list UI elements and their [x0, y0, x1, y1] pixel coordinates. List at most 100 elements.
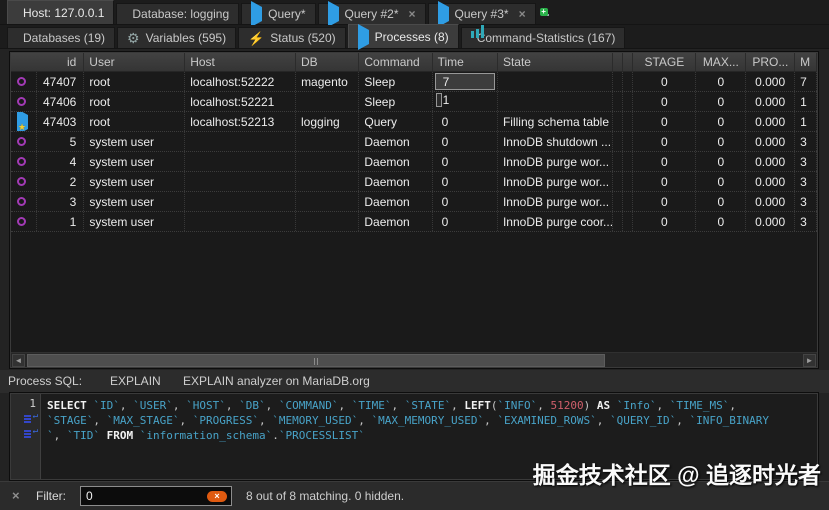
cell-spacer[interactable] — [613, 192, 623, 211]
cell-spacer[interactable] — [623, 112, 633, 131]
process-row-47407[interactable]: 47407rootlocalhost:52222magentoSleep7000… — [11, 72, 817, 92]
cell-state[interactable]: InnoDB purge wor... — [498, 172, 613, 191]
cell-spacer[interactable] — [623, 212, 633, 231]
column-header-command[interactable]: Command — [359, 53, 432, 71]
cell-pro[interactable]: 0.000 — [746, 92, 796, 111]
tab-command-statistics[interactable]: Command-Statistics (167) — [461, 27, 626, 48]
cell-user[interactable]: system user — [84, 152, 185, 171]
cell-command[interactable]: Daemon — [359, 212, 432, 231]
cell-user[interactable]: system user — [84, 192, 185, 211]
cell-spacer[interactable] — [623, 192, 633, 211]
cell-time[interactable]: 0 — [433, 112, 498, 131]
tab-variables[interactable]: ⚙ Variables (595) — [117, 27, 236, 48]
cell-state[interactable]: InnoDB purge wor... — [498, 152, 613, 171]
cell-state[interactable]: Filling schema table — [498, 112, 613, 131]
cell-user[interactable]: root — [84, 72, 185, 91]
cell-max[interactable]: 0 — [696, 132, 746, 151]
cell-id[interactable]: 47406 — [37, 92, 85, 111]
tab-status[interactable]: ⚡ Status (520) — [238, 27, 346, 48]
cell-db[interactable]: logging — [296, 112, 359, 131]
cell-max[interactable]: 0 — [696, 172, 746, 191]
cell-time[interactable]: 1 — [433, 92, 498, 111]
cell-stage[interactable]: 0 — [633, 152, 696, 171]
cell-pro[interactable]: 0.000 — [746, 112, 796, 131]
cell-pro[interactable]: 0.000 — [746, 152, 796, 171]
cell-pro[interactable]: 0.000 — [746, 212, 796, 231]
close-icon[interactable]: × — [409, 7, 416, 21]
explain-link[interactable]: EXPLAIN — [110, 374, 161, 388]
cell-id[interactable]: 2 — [37, 172, 85, 191]
process-row-47406[interactable]: 47406rootlocalhost:52221Sleep1000.0001 — [11, 92, 817, 112]
cell-user[interactable]: system user — [84, 172, 185, 191]
cell-m[interactable]: 3 — [795, 212, 817, 231]
current-process-icon[interactable]: ★ — [11, 112, 37, 131]
close-icon[interactable]: × — [519, 7, 526, 21]
process-ring-icon[interactable] — [11, 152, 37, 171]
sql-line[interactable]: SELECT `ID`, `USER`, `HOST`, `DB`, `COMM… — [47, 398, 817, 413]
cell-host[interactable] — [185, 152, 296, 171]
cell-host[interactable]: localhost:52222 — [185, 72, 296, 91]
cell-pro[interactable]: 0.000 — [746, 192, 796, 211]
cell-max[interactable]: 0 — [696, 112, 746, 131]
cell-stage[interactable]: 0 — [633, 112, 696, 131]
process-ring-icon[interactable] — [11, 192, 37, 211]
cell-pro[interactable]: 0.000 — [746, 172, 796, 191]
cell-id[interactable]: 5 — [37, 132, 85, 151]
cell-time[interactable]: 0 — [433, 172, 498, 191]
cell-id[interactable]: 1 — [37, 212, 85, 231]
cell-host[interactable] — [185, 192, 296, 211]
cell-state[interactable]: InnoDB purge coor... — [498, 212, 613, 231]
process-ring-icon[interactable] — [11, 92, 37, 111]
cell-command[interactable]: Daemon — [359, 132, 432, 151]
cell-m[interactable]: 3 — [795, 132, 817, 151]
cell-max[interactable]: 0 — [696, 72, 746, 91]
cell-spacer[interactable] — [613, 212, 623, 231]
scrollbar-thumb[interactable] — [27, 354, 605, 367]
process-row-47403[interactable]: ★47403rootlocalhost:52213loggingQuery0Fi… — [11, 112, 817, 132]
column-header-user[interactable]: User — [84, 53, 185, 71]
tab-query3[interactable]: Query #3* × — [428, 3, 536, 24]
cell-state[interactable] — [498, 72, 613, 91]
process-ring-icon[interactable] — [11, 212, 37, 231]
cell-db[interactable] — [296, 212, 359, 231]
cell-stage[interactable]: 0 — [633, 72, 696, 91]
cell-m[interactable]: 3 — [795, 152, 817, 171]
cell-m[interactable]: 1 — [795, 92, 817, 111]
cell-spacer[interactable] — [613, 92, 623, 111]
process-row-4[interactable]: 4system userDaemon0InnoDB purge wor...00… — [11, 152, 817, 172]
tab-databases[interactable]: Databases (19) — [7, 27, 115, 48]
cell-stage[interactable]: 0 — [633, 192, 696, 211]
cell-host[interactable] — [185, 132, 296, 151]
cell-max[interactable]: 0 — [696, 152, 746, 171]
cell-max[interactable]: 0 — [696, 212, 746, 231]
cell-m[interactable]: 1 — [795, 112, 817, 131]
process-ring-icon[interactable] — [11, 132, 37, 151]
cell-stage[interactable]: 0 — [633, 212, 696, 231]
new-query-tab-button[interactable]: + — [538, 3, 556, 24]
tab-database[interactable]: Database: logging — [116, 3, 239, 24]
cell-pro[interactable]: 0.000 — [746, 132, 796, 151]
cell-spacer[interactable] — [623, 132, 633, 151]
cell-db[interactable]: magento — [296, 72, 359, 91]
cell-command[interactable]: Daemon — [359, 152, 432, 171]
cell-time[interactable]: 0 — [433, 212, 498, 231]
column-header-state[interactable]: State — [498, 53, 613, 71]
cell-db[interactable] — [296, 172, 359, 191]
cell-command[interactable]: Daemon — [359, 192, 432, 211]
sql-code[interactable]: SELECT `ID`, `USER`, `HOST`, `DB`, `COMM… — [41, 394, 817, 479]
cell-stage[interactable]: 0 — [633, 132, 696, 151]
process-ring-icon[interactable] — [11, 72, 37, 91]
cell-command[interactable]: Sleep — [359, 92, 432, 111]
cell-state[interactable]: InnoDB shutdown ... — [498, 132, 613, 151]
cell-spacer[interactable] — [623, 172, 633, 191]
cell-time[interactable]: 0 — [433, 192, 498, 211]
cell-user[interactable]: system user — [84, 212, 185, 231]
horizontal-scrollbar[interactable]: ◄ ► — [11, 352, 817, 367]
explain-analyzer-link[interactable]: EXPLAIN analyzer on MariaDB.org — [183, 374, 370, 388]
cell-state[interactable] — [498, 92, 613, 111]
cell-id[interactable]: 47407 — [37, 72, 85, 91]
column-header-spacer[interactable] — [613, 53, 623, 71]
cell-id[interactable]: 3 — [37, 192, 85, 211]
tab-query1[interactable]: Query* — [241, 3, 315, 24]
cell-db[interactable] — [296, 152, 359, 171]
